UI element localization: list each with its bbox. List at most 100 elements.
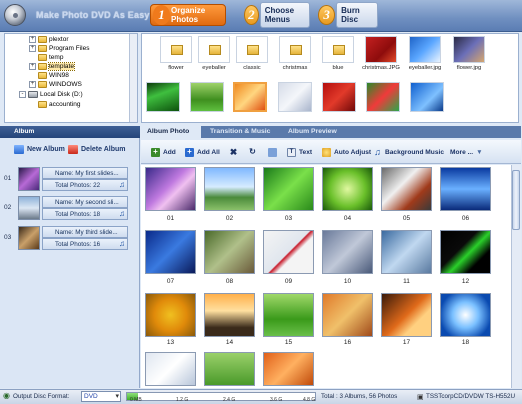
music-note-icon[interactable]: ♫ bbox=[119, 210, 125, 218]
photo-thumbnail-05[interactable] bbox=[381, 167, 432, 211]
text-button[interactable]: T Text bbox=[287, 147, 312, 157]
photo-thumbnail[interactable] bbox=[145, 352, 196, 386]
photo-thumbnail-12[interactable] bbox=[440, 230, 491, 274]
auto-adjust-button[interactable]: Auto Adjust bbox=[322, 147, 371, 157]
photo-number: 13 bbox=[166, 339, 175, 346]
photo-number: 09 bbox=[284, 278, 293, 285]
auto-adjust-label: Auto Adjust bbox=[334, 148, 372, 156]
delete-album-button[interactable]: Delete Album bbox=[68, 143, 125, 155]
expand-icon[interactable]: + bbox=[29, 81, 36, 88]
source-thumb-flower-jpg[interactable] bbox=[453, 36, 485, 63]
photo-thumbnail-11[interactable] bbox=[381, 230, 432, 274]
add-icon: + bbox=[151, 147, 160, 157]
album-total-text: Total Photos: 16 bbox=[55, 241, 101, 248]
music-note-icon[interactable]: ♫ bbox=[119, 181, 125, 189]
add-all-button[interactable]: + Add All bbox=[185, 147, 220, 157]
source-thumb-image[interactable] bbox=[146, 82, 180, 112]
source-thumb-image[interactable] bbox=[366, 82, 400, 112]
album-row[interactable]: 01 Name: My first slides... Total Photos… bbox=[4, 167, 128, 192]
collapse-icon[interactable]: - bbox=[19, 91, 26, 98]
source-thumb-eyeballer[interactable] bbox=[198, 36, 230, 63]
photo-thumbnail[interactable] bbox=[263, 352, 314, 386]
source-thumb-image[interactable] bbox=[233, 82, 267, 112]
background-music-button[interactable]: ♫ Background Music bbox=[373, 147, 444, 157]
photo-thumbnail-15[interactable] bbox=[263, 293, 314, 337]
tree-item-program-files[interactable]: + Program Files bbox=[29, 44, 89, 53]
source-thumb-christmas-jpg[interactable] bbox=[365, 36, 397, 63]
tab-album-preview[interactable]: Album Preview bbox=[282, 126, 343, 138]
tab-transition-music[interactable]: Transition & Music bbox=[204, 126, 276, 138]
output-format-select[interactable]: DVD bbox=[81, 391, 121, 402]
step-choose-menus-button[interactable]: 2 Choose Menus bbox=[244, 2, 310, 28]
more-label: More ... bbox=[450, 148, 474, 156]
source-thumb-image[interactable] bbox=[190, 82, 224, 112]
tree-scrollbar[interactable] bbox=[129, 34, 137, 122]
folder-icon bbox=[333, 45, 345, 55]
source-thumbnail-grid[interactable]: flower eyeballer classic christmas blue … bbox=[141, 33, 519, 123]
expand-icon[interactable]: + bbox=[29, 63, 36, 70]
photo-thumbnail-06[interactable] bbox=[440, 167, 491, 211]
source-thumb-label: flower.jpg bbox=[456, 65, 482, 71]
tab-album-photo[interactable]: Album Photo bbox=[141, 126, 201, 138]
folder-icon bbox=[38, 72, 47, 79]
source-thumb-classic[interactable] bbox=[236, 36, 268, 63]
album-row[interactable]: 02 Name: My second sli... Total Photos: … bbox=[4, 196, 128, 221]
text-icon: T bbox=[287, 147, 296, 157]
music-note-icon[interactable]: ♫ bbox=[119, 240, 125, 248]
photo-thumbnail-03[interactable] bbox=[263, 167, 314, 211]
tree-item-label: Local Disk (D:) bbox=[40, 91, 83, 98]
delete-album-icon bbox=[68, 144, 78, 154]
scrollbar-thumb[interactable] bbox=[512, 170, 520, 230]
edit-photo-button[interactable] bbox=[268, 147, 280, 157]
photo-thumbnail-07[interactable] bbox=[145, 230, 196, 274]
tree-item-temp[interactable]: temp bbox=[38, 53, 63, 62]
source-thumb-image[interactable] bbox=[322, 82, 356, 112]
album-thumbnail bbox=[18, 196, 40, 220]
photo-thumbnail-18[interactable] bbox=[440, 293, 491, 337]
tree-item-windows[interactable]: + WINDOWS bbox=[29, 80, 82, 89]
folder-icon bbox=[171, 45, 183, 55]
photo-number: 18 bbox=[461, 339, 470, 346]
photo-number: 16 bbox=[343, 339, 352, 346]
disc-capacity-bar bbox=[126, 392, 316, 401]
photo-thumbnail-16[interactable] bbox=[322, 293, 373, 337]
source-thumb-image[interactable] bbox=[278, 82, 312, 112]
photo-thumbnail-13[interactable] bbox=[145, 293, 196, 337]
tree-item-label: template bbox=[48, 62, 75, 71]
photo-thumbnail[interactable] bbox=[204, 352, 255, 386]
source-thumb-image[interactable] bbox=[410, 82, 444, 112]
tree-item-local-disk-d[interactable]: - Local Disk (D:) bbox=[19, 90, 83, 99]
photo-thumbnail-04[interactable] bbox=[322, 167, 373, 211]
album-panel-tab[interactable]: Album bbox=[0, 126, 140, 138]
expand-icon[interactable]: + bbox=[29, 45, 36, 52]
photo-thumbnail-01[interactable] bbox=[145, 167, 196, 211]
photo-number: 17 bbox=[402, 339, 411, 346]
step-burn-disc-button[interactable]: 3 Burn Disc bbox=[318, 2, 378, 28]
album-row[interactable]: 03 Name: My third slide... Total Photos:… bbox=[4, 226, 128, 251]
source-thumb-eyeballer-jpg[interactable] bbox=[409, 36, 441, 63]
source-thumb-christmas[interactable] bbox=[279, 36, 311, 63]
expand-icon[interactable]: + bbox=[29, 36, 36, 43]
source-thumb-flower[interactable] bbox=[160, 36, 192, 63]
folder-tree[interactable]: + plextor + Program Files temp + template W… bbox=[4, 33, 138, 123]
capacity-tick: 4.8 G bbox=[303, 397, 316, 403]
source-thumb-blue[interactable] bbox=[322, 36, 354, 63]
photo-thumbnail-09[interactable] bbox=[263, 230, 314, 274]
rotate-button[interactable]: ↻ bbox=[248, 147, 260, 157]
drive-icon: ▣ bbox=[417, 394, 424, 401]
delete-photo-button[interactable]: ✖ bbox=[229, 147, 241, 157]
photo-thumbnail-10[interactable] bbox=[322, 230, 373, 274]
more-button[interactable]: More ... ▼ bbox=[450, 147, 483, 157]
add-button[interactable]: + Add bbox=[151, 147, 176, 157]
tree-item-template[interactable]: + template bbox=[29, 62, 75, 71]
tree-item-accounting[interactable]: accounting bbox=[38, 100, 80, 109]
new-album-button[interactable]: New Album bbox=[14, 143, 65, 155]
disc-logo-icon bbox=[4, 4, 26, 26]
tree-item-plextor[interactable]: + plextor bbox=[29, 35, 69, 44]
photo-thumbnail-17[interactable] bbox=[381, 293, 432, 337]
step-organize-photos-button[interactable]: 1 Organize Photos bbox=[150, 4, 226, 26]
photo-thumbnail-14[interactable] bbox=[204, 293, 255, 337]
photo-thumbnail-02[interactable] bbox=[204, 167, 255, 211]
photo-thumbnail-08[interactable] bbox=[204, 230, 255, 274]
tree-item-win98[interactable]: WIN98 bbox=[38, 71, 69, 80]
